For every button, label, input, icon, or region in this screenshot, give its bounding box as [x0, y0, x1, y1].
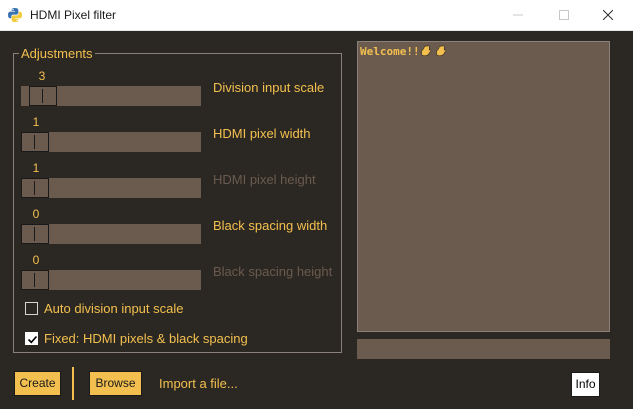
black-spacing-width-slider[interactable] [21, 224, 201, 244]
welcome-message: Welcome!! [360, 44, 450, 58]
auto-division-label[interactable]: Auto division input scale [44, 301, 183, 316]
close-icon [603, 10, 613, 20]
close-button[interactable] [585, 0, 631, 30]
adjustments-legend: Adjustments [19, 46, 95, 61]
create-button[interactable]: Create [14, 371, 61, 396]
black-spacing-width-value: 0 [32, 207, 40, 221]
window-title: HDMI Pixel filter [30, 8, 117, 22]
black-spacing-height-label: Black spacing height [213, 264, 333, 279]
hdmi-pixel-width-label: HDMI pixel width [213, 126, 311, 141]
division-scale-label: Division input scale [213, 80, 325, 95]
black-spacing-height-slider[interactable] [21, 270, 201, 290]
welcome-text: Welcome!! [360, 45, 420, 58]
fixed-pixels-checkbox[interactable] [25, 332, 38, 345]
vertical-divider [72, 367, 74, 400]
slider-handle[interactable] [21, 224, 49, 244]
slider-handle[interactable] [21, 270, 49, 290]
hdmi-pixel-height-value: 1 [32, 161, 40, 175]
hdmi-pixel-width-value: 1 [32, 115, 40, 129]
log-output[interactable]: Welcome!! [357, 41, 610, 332]
black-spacing-width-label: Black spacing width [213, 218, 328, 233]
title-bar: HDMI Pixel filter [0, 0, 633, 31]
slider-handle[interactable] [29, 86, 57, 106]
hdmi-pixel-height-label: HDMI pixel height [213, 172, 316, 187]
maximize-icon [559, 10, 569, 20]
slider-handle[interactable] [21, 178, 49, 198]
browse-button[interactable]: Browse [89, 371, 142, 396]
division-scale-value: 3 [38, 69, 46, 83]
checkmark-icon [27, 335, 38, 344]
minimize-icon [513, 14, 523, 16]
import-file-link[interactable]: Import a file... [159, 376, 238, 391]
minimize-button[interactable] [495, 0, 541, 30]
slider-handle[interactable] [21, 132, 49, 152]
fixed-pixels-label[interactable]: Fixed: HDMI pixels & black spacing [44, 331, 248, 346]
maximize-button[interactable] [541, 0, 587, 30]
info-button[interactable]: Info [571, 372, 600, 397]
python-icon [7, 7, 23, 23]
hdmi-pixel-width-slider[interactable] [21, 132, 201, 152]
auto-division-checkbox[interactable] [25, 302, 38, 315]
waving-hands-icon [420, 45, 446, 57]
command-entry[interactable] [357, 339, 610, 359]
black-spacing-height-value: 0 [32, 253, 40, 267]
hdmi-pixel-height-slider[interactable] [21, 178, 201, 198]
division-scale-slider[interactable] [21, 86, 201, 106]
